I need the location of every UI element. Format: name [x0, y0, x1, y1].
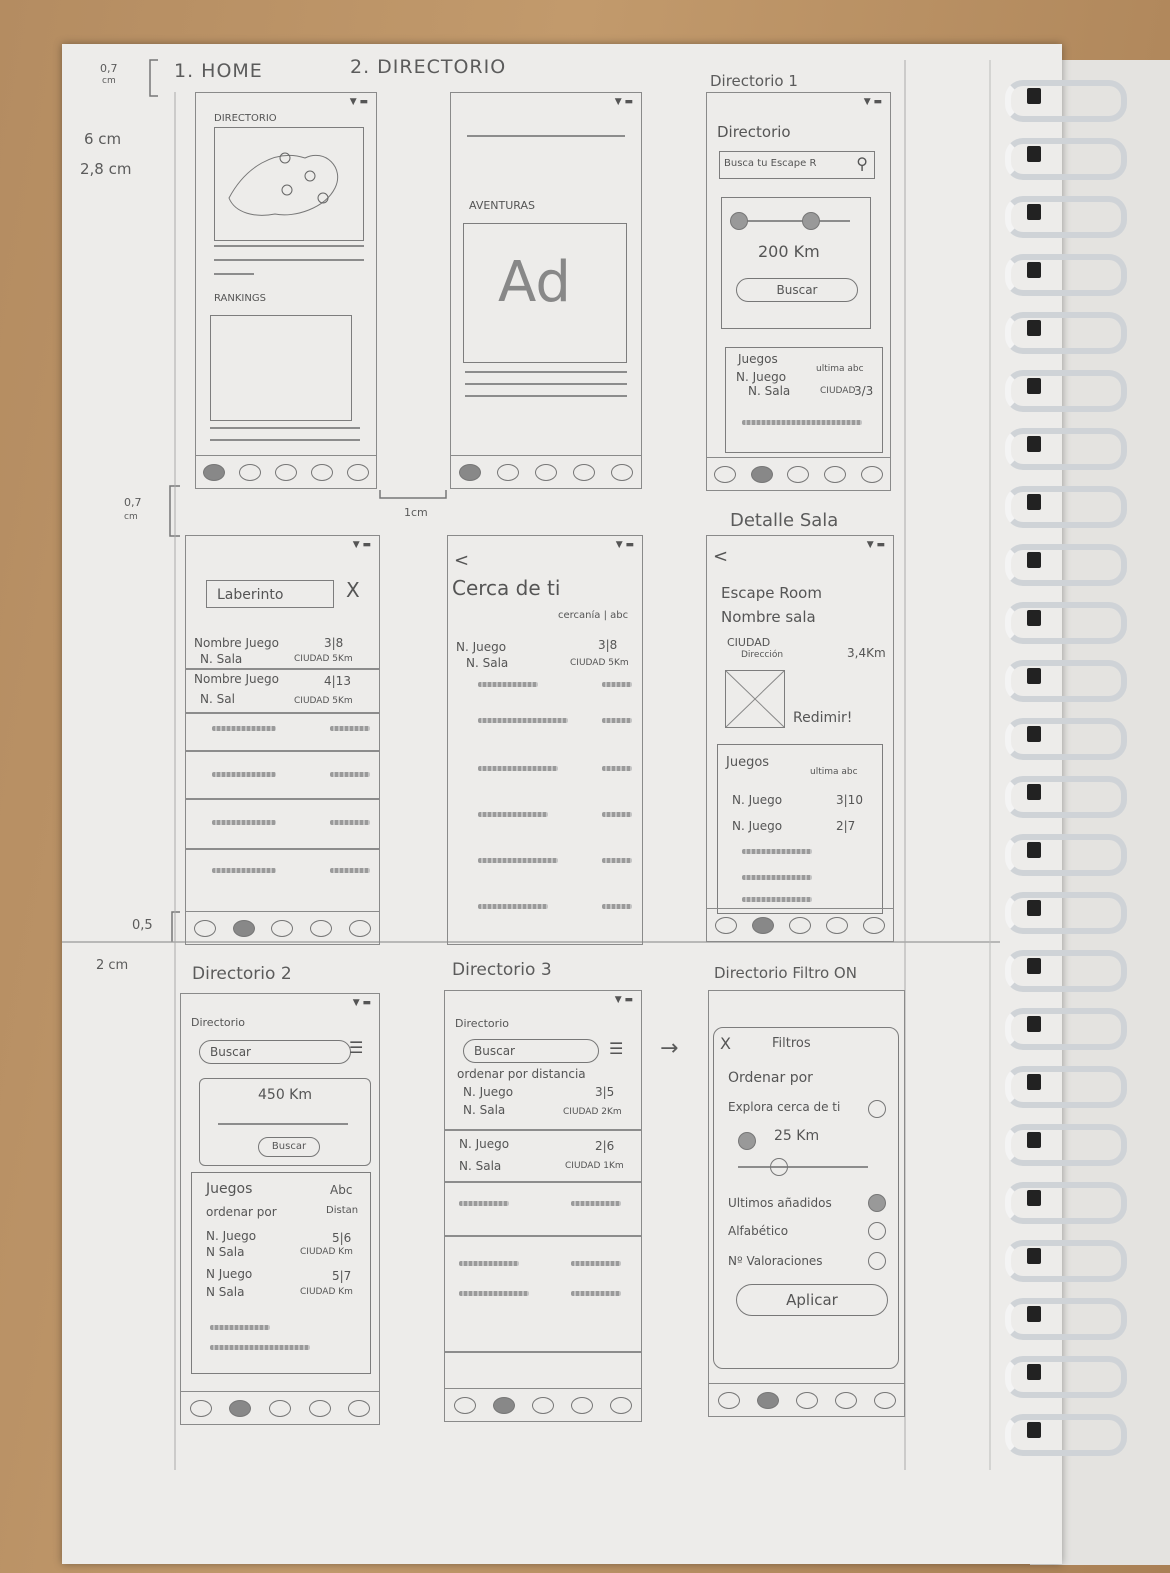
slider-thumb[interactable] [770, 1158, 788, 1176]
aplicar-button[interactable]: Aplicar [736, 1284, 888, 1316]
dir3-search-field[interactable]: Buscar [463, 1039, 599, 1063]
ad-box: Ad [463, 223, 627, 363]
search-query-field[interactable]: Laberinto [206, 580, 334, 608]
filter-icon[interactable]: ☰ [349, 1038, 363, 1057]
radio-alfabetico[interactable] [868, 1222, 886, 1240]
bottom-nav[interactable] [707, 457, 890, 490]
bottom-nav[interactable] [445, 1388, 641, 1421]
rankings-box [210, 315, 352, 421]
search-icon[interactable]: ⚲ [856, 154, 868, 173]
aventuras-label: AVENTURAS [469, 199, 535, 212]
dir1-title: Directorio [717, 123, 791, 141]
header-directorio-3: Directorio 3 [452, 960, 552, 980]
filter-panel: X Filtros Ordenar por Explora cerca de t… [713, 1027, 899, 1369]
dir2-distance-card: 450 Km Buscar [199, 1078, 371, 1166]
wireframe-detalle-sala: ▼ ▬ < Escape Room Nombre sala CIUDAD Dir… [706, 535, 894, 942]
slider-thumb[interactable] [802, 212, 820, 230]
dir2-buscar-button[interactable]: Buscar [258, 1137, 320, 1157]
dir1-km: 200 Km [758, 242, 820, 261]
bottom-nav[interactable] [196, 455, 376, 488]
flow-arrow: → [660, 1036, 679, 1061]
bottom-nav[interactable] [707, 908, 893, 941]
cerca-title: Cerca de ti [452, 576, 561, 600]
dir1-juegos-list: Juegos ultima abc N. Juego N. Sala CIUDA… [725, 347, 883, 453]
redimir-button[interactable]: Redimir! [793, 710, 852, 726]
filter-icon[interactable]: ☰ [609, 1039, 623, 1058]
wireframe-directorio-filtro: X Filtros Ordenar por Explora cerca de t… [708, 990, 905, 1417]
status-icons: ▼ ▬ [352, 540, 371, 550]
wireframe-ad: ▼ ▬ AVENTURAS Ad [450, 92, 642, 489]
radio-explora[interactable] [868, 1100, 886, 1118]
radio-ultimos[interactable] [868, 1194, 886, 1212]
back-icon[interactable]: < [713, 546, 728, 567]
map-box [214, 127, 364, 241]
dir1-distance-card: 200 Km Buscar [721, 197, 871, 329]
header-directorio-filtro: Directorio Filtro ON [714, 964, 857, 982]
close-icon[interactable]: X [720, 1034, 731, 1053]
dir2-juegos-list: Juegos Abc ordenar por Distan N. Juego 5… [191, 1172, 371, 1374]
location-icon [730, 212, 748, 230]
header-detalle-sala: Detalle Sala [730, 510, 839, 531]
status-icons: ▼ ▬ [863, 97, 882, 107]
wireframe-directorio-1: ▼ ▬ Directorio Busca tu Escape R ⚲ 200 K… [706, 92, 891, 491]
wireframe-home: ▼ ▬ DIRECTORIO RANKINGS [195, 92, 377, 489]
dir1-buscar-button[interactable]: Buscar [736, 278, 858, 302]
header-directorio-2: Directorio 2 [192, 964, 292, 984]
dir1-search-field[interactable]: Busca tu Escape R ⚲ [719, 151, 875, 179]
home-directorio-label: DIRECTORIO [214, 113, 277, 124]
status-icons: ▼ ▬ [614, 97, 633, 107]
wireframe-directorio-2: ▼ ▬ Directorio Buscar ☰ 450 Km Buscar Ju… [180, 993, 380, 1425]
home-rankings-label: RANKINGS [214, 293, 266, 304]
bottom-nav[interactable] [709, 1383, 904, 1416]
radio-valoraciones[interactable] [868, 1252, 886, 1270]
status-icons: ▼ ▬ [615, 540, 634, 550]
map-icon [228, 152, 339, 216]
image-placeholder-icon [725, 670, 785, 728]
location-icon [738, 1132, 756, 1150]
header-home: 1. HOME [174, 60, 263, 82]
back-icon[interactable]: < [454, 550, 469, 571]
status-icons: ▼ ▬ [349, 97, 368, 107]
wireframe-directorio-3: ▼ ▬ Directorio Buscar ☰ ordenar por dist… [444, 990, 642, 1422]
status-icons: ▼ ▬ [614, 995, 633, 1005]
header-directorio: 2. DIRECTORIO [350, 56, 507, 78]
dir2-search-field[interactable]: Buscar [199, 1040, 351, 1064]
cerca-sort[interactable]: cercanía | abc [558, 610, 628, 621]
header-directorio-1: Directorio 1 [710, 72, 798, 90]
status-icons: ▼ ▬ [352, 998, 371, 1008]
status-icons: ▼ ▬ [866, 540, 885, 550]
close-icon[interactable]: X [346, 578, 360, 602]
wireframe-search-results: ▼ ▬ Laberinto X Nombre Juego 3|8 N. Sala… [185, 535, 380, 945]
bottom-nav[interactable] [186, 911, 379, 944]
bottom-nav[interactable] [181, 1391, 379, 1424]
detalle-juegos-list: Juegos ultima abc N. Juego 3|10 N. Juego… [717, 744, 883, 914]
ad-label: Ad [498, 250, 571, 315]
wireframe-cerca-de-ti: ▼ ▬ < Cerca de ti cercanía | abc N. Jueg… [447, 535, 643, 945]
bottom-nav[interactable] [451, 455, 641, 488]
